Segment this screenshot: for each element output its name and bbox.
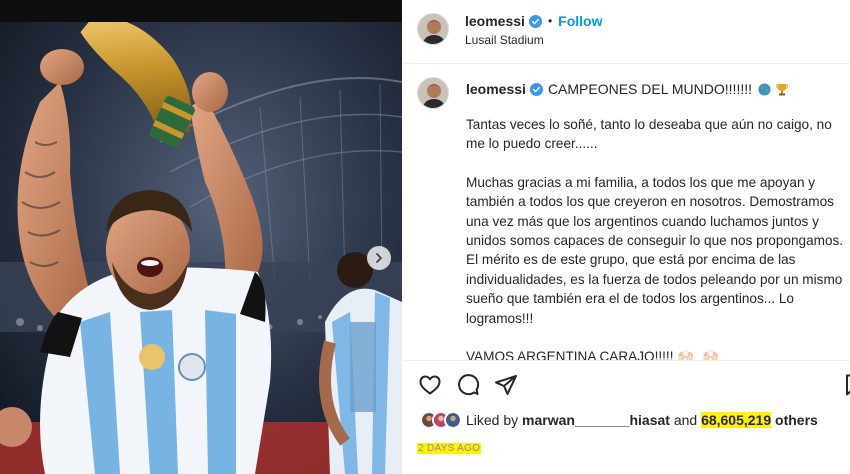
verified-badge-icon: [528, 14, 542, 28]
next-photo-button[interactable]: [367, 246, 391, 270]
separator-dot: •: [547, 14, 553, 28]
likes-row: Liked by marwan_______hiasat and 68,605,…: [420, 411, 818, 429]
avatar-image: [418, 14, 448, 44]
photo-top-bar: [0, 0, 402, 22]
post-header: leomessi • Follow Lusail Stadium: [402, 0, 850, 64]
avatar[interactable]: [417, 13, 449, 45]
likes-count[interactable]: 68,605,219: [701, 412, 772, 428]
post-actions: Liked by marwan_______hiasat and 68,605,…: [402, 360, 850, 474]
heart-icon[interactable]: [418, 373, 442, 397]
caption-avatar[interactable]: [417, 77, 449, 109]
caption-title: CAMPEONES DEL MUNDO!!!!!!!: [547, 81, 753, 97]
header-user-row: leomessi • Follow: [465, 13, 602, 29]
liked-by-user[interactable]: marwan_______hiasat: [522, 412, 670, 428]
likes-prefix: Liked by: [466, 412, 519, 428]
likes-suffix[interactable]: others: [775, 412, 818, 428]
bookmark-icon[interactable]: [842, 373, 850, 397]
comment-icon[interactable]: [456, 373, 480, 397]
caption-username[interactable]: leomessi: [466, 81, 526, 97]
globe-icon: [758, 82, 771, 96]
post-timestamp[interactable]: 2 DAYS AGO: [417, 443, 482, 454]
liker-avatar[interactable]: [444, 411, 462, 429]
likes-text: Liked by marwan_______hiasat and 68,605,…: [466, 412, 818, 428]
raised-hands-emoji: 🙌🏻 🙌🏻: [677, 349, 721, 360]
verified-badge-icon: [529, 82, 543, 96]
location-link[interactable]: Lusail Stadium: [465, 33, 544, 47]
caption-paragraph: Muchas gracias a mi familia, a todos los…: [466, 174, 844, 326]
photo-scene: [0, 22, 402, 474]
share-icon[interactable]: [494, 373, 518, 397]
header-username[interactable]: leomessi: [465, 13, 525, 29]
caption-header: leomessi CAMPEONES DEL MUNDO!!!!!!!: [466, 81, 789, 97]
caption-area: leomessi CAMPEONES DEL MUNDO!!!!!!! Tant…: [402, 64, 850, 360]
likes-and: and: [673, 412, 698, 428]
trophy-icon: [776, 83, 789, 95]
follow-button[interactable]: Follow: [558, 13, 602, 29]
avatar-image: [418, 78, 448, 108]
chevron-right-icon: [376, 253, 382, 263]
caption-paragraph: Tantas veces lo soñé, tanto lo deseaba q…: [466, 117, 832, 152]
caption-closing-line: VAMOS ARGENTINA CARAJO!!!!! 🙌🏻 🙌🏻: [466, 347, 846, 360]
post-photo[interactable]: [0, 0, 402, 474]
caption-closing: VAMOS ARGENTINA CARAJO!!!!!: [466, 349, 674, 360]
caption-body: Tantas veces lo soñé, tanto lo deseaba q…: [466, 115, 846, 360]
